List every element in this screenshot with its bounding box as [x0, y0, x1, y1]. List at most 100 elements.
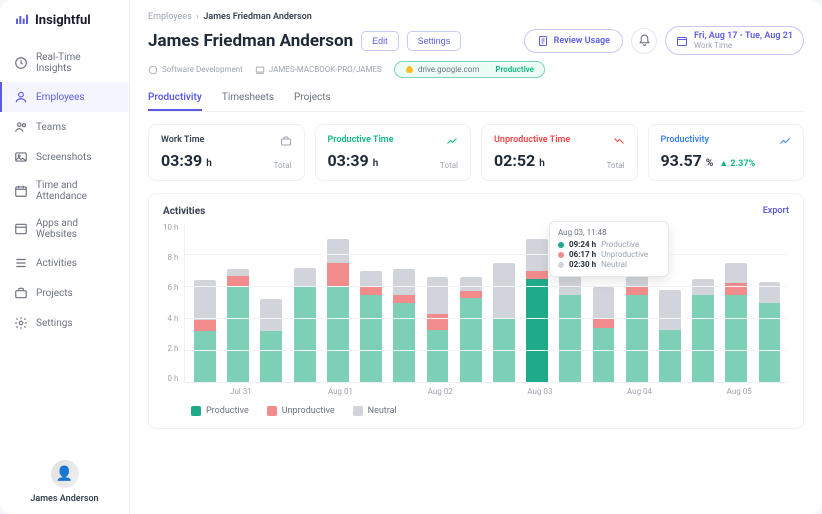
chart: 10 h8 h6 h4 h2 h0 h Aug 03, 11:48 09:24 … [163, 223, 789, 383]
nav: Real-Time Insights Employees Teams Scree… [0, 40, 129, 450]
bar-col[interactable] [687, 223, 718, 382]
crumb-root[interactable]: Employees [148, 12, 192, 22]
meta-team: Software Development [162, 65, 243, 74]
chip-status: Productive [495, 65, 534, 74]
sidebar-item-projects[interactable]: Projects [0, 278, 129, 308]
sidebar-item-label: Real-Time Insights [36, 52, 115, 74]
card-unit: h [206, 158, 212, 169]
page-title: James Friedman Anderson [148, 31, 353, 51]
y-axis: 10 h8 h6 h4 h2 h0 h [163, 223, 184, 383]
date-range-main: Fri, Aug 17 - Tue, Aug 21 [694, 31, 793, 41]
export-button[interactable]: Export [763, 206, 789, 217]
bar-col[interactable] [256, 223, 287, 382]
card-label: Productivity [661, 135, 792, 145]
legend-neutral: Neutral [353, 406, 397, 416]
card-value: 03:39 [328, 151, 369, 170]
gear-icon [14, 316, 28, 330]
card-sub: Total [607, 161, 625, 170]
edit-button[interactable]: Edit [361, 31, 399, 51]
card-sub: Total [274, 161, 292, 170]
review-usage-button[interactable]: Review Usage [524, 29, 623, 53]
sidebar-item-label: Employees [36, 92, 85, 103]
legend-unproductive: Unproductive [267, 406, 335, 416]
card-label: Productive Time [328, 135, 459, 145]
sidebar-item-activities[interactable]: Activities [0, 248, 129, 278]
sidebar-item-teams[interactable]: Teams [0, 112, 129, 142]
chip-site: drive.google.com [418, 65, 480, 74]
briefcase-icon [280, 135, 292, 147]
bar-col[interactable] [322, 223, 353, 382]
logo: Insightful [0, 0, 129, 40]
sidebar-item-apps[interactable]: Apps and Websites [0, 210, 129, 248]
card-productivity: Productivity 93.57 % ▲ 2.37% [648, 124, 805, 181]
bar-col[interactable] [721, 223, 752, 382]
legend: Productive Unproductive Neutral [191, 406, 789, 416]
bell-icon [638, 34, 651, 47]
trend-down-icon [613, 135, 625, 147]
sidebar-user[interactable]: 👤 James Anderson [0, 450, 129, 514]
bar-col[interactable] [355, 223, 386, 382]
list-icon [14, 256, 28, 270]
sidebar-item-label: Apps and Websites [36, 218, 115, 240]
bar-col[interactable] [389, 223, 420, 382]
bar-col[interactable] [455, 223, 486, 382]
users-icon [14, 120, 28, 134]
sidebar-item-settings[interactable]: Settings [0, 308, 129, 338]
card-label: Work Time [161, 135, 292, 145]
date-range-sub: Work Time [694, 41, 793, 50]
settings-button[interactable]: Settings [407, 31, 462, 51]
user-icon [14, 90, 28, 104]
bar-col[interactable] [422, 223, 453, 382]
sidebar-item-employees[interactable]: Employees [0, 82, 129, 112]
crumb-current: James Friedman Anderson [203, 12, 311, 22]
sidebar-item-realtime[interactable]: Real-Time Insights [0, 44, 129, 82]
calendar-icon [676, 35, 688, 47]
sidebar-item-label: Activities [36, 258, 77, 269]
layout-icon [14, 222, 28, 236]
tab-productivity[interactable]: Productivity [148, 86, 202, 111]
sidebar-item-screenshots[interactable]: Screenshots [0, 142, 129, 172]
image-icon [14, 150, 28, 164]
clock-icon [14, 56, 28, 70]
date-range-picker[interactable]: Fri, Aug 17 - Tue, Aug 21 Work Time [665, 26, 804, 55]
chart-tooltip: Aug 03, 11:48 09:24 hProductive06:17 hUn… [549, 221, 669, 277]
sidebar-item-label: Time and Attendance [36, 180, 115, 202]
card-value: 03:39 [161, 151, 202, 170]
sidebar-item-label: Settings [36, 318, 73, 329]
x-axis: Jul 31Aug 01Aug 02Aug 03Aug 04Aug 05 [191, 387, 789, 396]
sidebar-item-label: Projects [36, 288, 73, 299]
drive-icon [405, 65, 414, 74]
bar-col[interactable] [488, 223, 519, 382]
tab-timesheets[interactable]: Timesheets [222, 86, 274, 111]
avatar: 👤 [51, 460, 79, 488]
trend-up-icon [446, 135, 458, 147]
card-value: 02:52 [494, 151, 535, 170]
tab-projects[interactable]: Projects [294, 86, 331, 111]
logo-icon [14, 12, 30, 28]
legend-productive: Productive [191, 406, 249, 416]
bar-col[interactable] [521, 223, 552, 382]
tooltip-title: Aug 03, 11:48 [558, 228, 660, 237]
card-value: 93.57 [661, 151, 702, 170]
meta-device: JAMES-MACBOOK-PRO/JAMES [269, 65, 382, 74]
doc-icon [537, 35, 549, 47]
bar-col[interactable] [223, 223, 254, 382]
plot-area [184, 223, 789, 383]
card-unit: h [539, 158, 545, 169]
sidebar-user-name: James Anderson [10, 494, 119, 504]
notifications-button[interactable] [631, 28, 657, 54]
sidebar: Insightful Real-Time Insights Employees … [0, 0, 130, 514]
bar-col[interactable] [189, 223, 220, 382]
device-icon [255, 65, 265, 75]
review-label: Review Usage [554, 36, 610, 46]
bar-col[interactable] [754, 223, 785, 382]
card-delta: ▲ 2.37% [719, 159, 755, 169]
bar-col[interactable] [289, 223, 320, 382]
calendar-icon [14, 184, 28, 198]
brand-name: Insightful [35, 13, 91, 28]
card-sub: Total [440, 161, 458, 170]
activity-chip: drive.google.com Productive [394, 61, 545, 78]
sidebar-item-time[interactable]: Time and Attendance [0, 172, 129, 210]
card-unit: % [706, 158, 713, 169]
sidebar-item-label: Teams [36, 122, 66, 133]
